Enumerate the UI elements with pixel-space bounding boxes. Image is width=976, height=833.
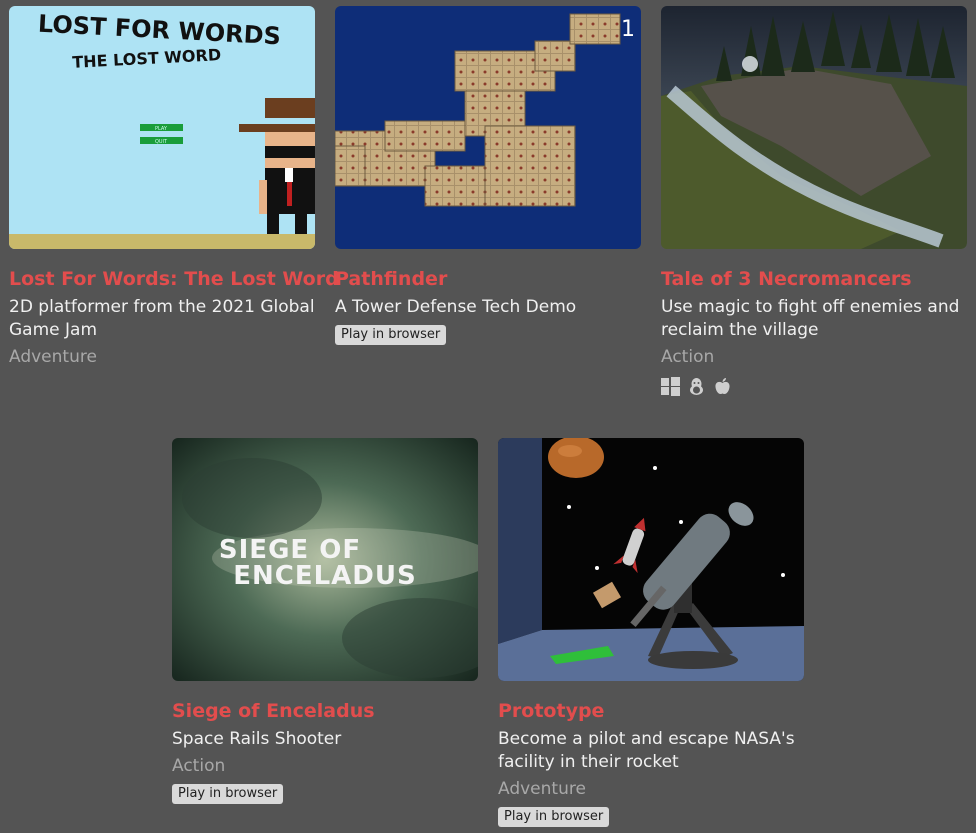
game-card: LOST FOR WORDS THE LOST WORD PLAY QUIT L… (9, 6, 339, 369)
game-description: Space Rails Shooter (172, 729, 342, 749)
game-thumbnail[interactable]: LOST FOR WORDS THE LOST WORD PLAY QUIT (9, 6, 315, 249)
game-title-link[interactable]: Pathfinder (335, 267, 641, 291)
game-card: 1 Pathfinder A Tower Defense Tech Demo P… (335, 6, 641, 345)
game-description: Use magic to fight off enemies and recla… (661, 297, 960, 340)
linux-icon (687, 377, 706, 396)
game-title-link[interactable]: Tale of 3 Necromancers (661, 267, 967, 291)
game-description: A Tower Defense Tech Demo (335, 297, 577, 317)
cover-image: 1 (335, 6, 641, 249)
game-genre: Action (661, 347, 715, 367)
game-grid: LOST FOR WORDS THE LOST WORD PLAY QUIT L… (0, 0, 976, 833)
apple-icon (713, 377, 732, 396)
game-card: SIEGE OF ENCELADUS Siege of Enceladus Sp… (172, 438, 478, 804)
play-in-browser-badge: Play in browser (335, 325, 447, 345)
svg-text:QUIT: QUIT (155, 139, 168, 145)
game-genre: Adventure (498, 779, 586, 799)
cover-image (498, 438, 804, 681)
cover-image: LOST FOR WORDS THE LOST WORD PLAY QUIT (9, 6, 315, 249)
play-in-browser-badge: Play in browser (498, 807, 610, 827)
cover-image (661, 6, 967, 249)
game-genre: Adventure (9, 347, 97, 367)
game-genre: Action (172, 756, 226, 776)
windows-icon (661, 377, 680, 396)
play-in-browser-badge: Play in browser (172, 784, 284, 804)
cover-counter: 1 (621, 17, 635, 42)
game-card: Prototype Become a pilot and escape NASA… (498, 438, 804, 827)
game-card: Tale of 3 Necromancers Use magic to figh… (661, 6, 967, 396)
game-thumbnail[interactable]: SIEGE OF ENCELADUS (172, 438, 478, 681)
game-description: Become a pilot and escape NASA's facilit… (498, 729, 795, 772)
game-description: 2D platformer from the 2021 Global Game … (9, 297, 315, 340)
platform-icons (661, 377, 967, 396)
game-thumbnail[interactable] (498, 438, 804, 681)
cover-image: SIEGE OF ENCELADUS (172, 438, 478, 681)
game-title-link[interactable]: Siege of Enceladus (172, 699, 478, 723)
game-title-link[interactable]: Lost For Words: The Lost Word (9, 267, 339, 291)
cover-title-line2: ENCELADUS (233, 561, 416, 591)
game-thumbnail[interactable] (661, 6, 967, 249)
svg-text:PLAY: PLAY (155, 126, 168, 132)
game-thumbnail[interactable]: 1 (335, 6, 641, 249)
game-title-link[interactable]: Prototype (498, 699, 804, 723)
